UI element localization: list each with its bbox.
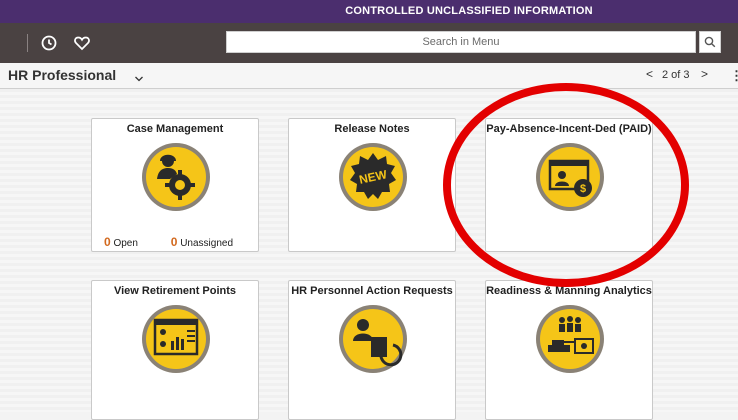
more-options-icon[interactable]: ⋮ bbox=[730, 68, 738, 84]
unassigned-count[interactable]: 0 bbox=[171, 235, 178, 249]
top-navigation-bar: Search in Menu bbox=[0, 23, 738, 63]
svg-text:$: $ bbox=[580, 183, 586, 195]
tile-readiness-manning-analytics[interactable]: Readiness & Manning Analytics bbox=[485, 280, 653, 420]
search-icon bbox=[704, 36, 716, 48]
case-management-icon bbox=[142, 143, 210, 211]
page-title[interactable]: HR Professional bbox=[8, 67, 116, 83]
tile-title: Readiness & Manning Analytics bbox=[486, 285, 652, 297]
tile-title: Release Notes bbox=[334, 123, 410, 135]
case-counts: 0 Open 0 Unassigned bbox=[104, 235, 233, 249]
next-page-button[interactable]: > bbox=[701, 67, 708, 81]
personnel-action-icon bbox=[339, 305, 407, 373]
history-icon[interactable] bbox=[39, 33, 59, 53]
search-button[interactable] bbox=[699, 31, 721, 53]
divider bbox=[27, 34, 28, 52]
unassigned-label: Unassigned bbox=[180, 238, 233, 249]
previous-page-button[interactable]: < bbox=[646, 67, 653, 81]
chevron-down-icon[interactable] bbox=[134, 70, 144, 88]
readiness-analytics-icon bbox=[536, 305, 604, 373]
tile-view-retirement-points[interactable]: View Retirement Points bbox=[91, 280, 259, 420]
tile-title: Pay-Absence-Incent-Ded (PAID) bbox=[486, 123, 652, 135]
open-count[interactable]: 0 bbox=[104, 235, 111, 249]
retirement-points-icon bbox=[142, 305, 210, 373]
search-input[interactable]: Search in Menu bbox=[226, 31, 696, 53]
new-badge-icon: NEW bbox=[339, 143, 407, 211]
favorites-icon[interactable] bbox=[72, 33, 92, 53]
tile-title: HR Personnel Action Requests bbox=[291, 285, 453, 297]
page-header: HR Professional < 2 of 3 > ⋮ bbox=[0, 63, 738, 89]
tile-title: Case Management bbox=[126, 123, 224, 135]
page-indicator: 2 of 3 bbox=[662, 69, 690, 81]
open-label: Open bbox=[113, 238, 138, 249]
tile-hr-personnel-action-requests[interactable]: HR Personnel Action Requests bbox=[288, 280, 456, 420]
classification-banner: CONTROLLED UNCLASSIFIED INFORMATION bbox=[0, 0, 738, 23]
tile-paid[interactable]: Pay-Absence-Incent-Ded (PAID) $ bbox=[485, 118, 653, 252]
tile-title: View Retirement Points bbox=[113, 285, 237, 297]
tile-case-management[interactable]: Case Management 0 Open 0 Unassigned bbox=[91, 118, 259, 252]
pay-dashboard-icon: $ bbox=[536, 143, 604, 211]
tile-release-notes[interactable]: Release Notes NEW bbox=[288, 118, 456, 252]
